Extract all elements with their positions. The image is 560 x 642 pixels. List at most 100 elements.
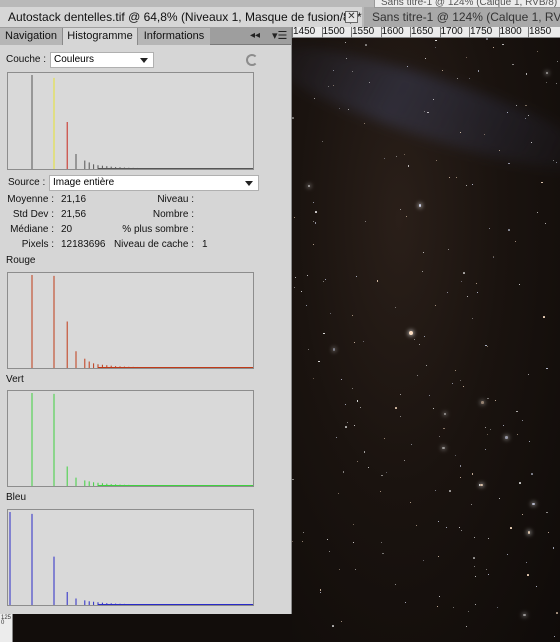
histogram-panel: Navigation Histogramme Informations ◂◂ ▾… — [0, 27, 292, 614]
histogram-bleu-graph — [9, 512, 253, 605]
star — [459, 465, 462, 467]
chevron-down-icon — [140, 58, 148, 63]
star — [437, 556, 439, 558]
document-tab-sans-titre[interactable]: Sans titre-1 @ 124% (Calque 1, RVB/8) — [364, 7, 560, 27]
tab-tooltip: Sans titre-1 @ 124% (Calque 1, RVB/8) — [374, 0, 560, 8]
star — [336, 436, 338, 438]
vertical-ruler-label: 1250 — [1, 615, 12, 626]
star — [419, 343, 421, 345]
star — [514, 240, 516, 242]
star — [318, 360, 320, 363]
star — [460, 476, 462, 478]
star — [474, 575, 476, 577]
star — [487, 538, 489, 540]
star — [488, 228, 490, 230]
source-select[interactable]: Image entière — [49, 175, 259, 191]
horizontal-ruler[interactable]: 1450 1500 1550 1600 1650 1700 1750 1800 1850 — [292, 26, 560, 38]
star — [293, 216, 295, 218]
star — [319, 591, 322, 594]
ruler-tick-label: 1600 — [381, 26, 404, 37]
star — [345, 41, 347, 43]
star — [554, 636, 556, 638]
couche-select[interactable]: Couleurs — [50, 52, 154, 68]
ruler-tick-label: 1800 — [499, 26, 522, 37]
star — [455, 454, 457, 456]
star — [323, 281, 325, 283]
star — [351, 387, 353, 389]
tab-navigation[interactable]: Navigation — [0, 28, 62, 45]
star — [552, 547, 555, 549]
histogram-vert-graph — [31, 393, 253, 486]
star — [502, 43, 504, 46]
star — [436, 605, 439, 608]
star — [345, 426, 347, 428]
star — [475, 282, 477, 284]
star — [424, 57, 427, 60]
ruler-tick-label: 1750 — [470, 26, 493, 37]
star — [399, 208, 401, 210]
star — [381, 474, 383, 477]
star — [528, 440, 531, 443]
star — [532, 502, 535, 506]
star — [468, 78, 470, 80]
star — [408, 331, 413, 336]
star — [394, 583, 397, 586]
star — [473, 557, 475, 559]
tab-informations[interactable]: Informations — [138, 28, 210, 45]
star — [474, 536, 476, 538]
star — [556, 612, 558, 614]
star — [463, 272, 465, 274]
star — [305, 304, 308, 307]
star — [497, 607, 499, 609]
moyenne-label: Moyenne : — [7, 194, 54, 205]
star — [354, 424, 356, 426]
star — [548, 532, 550, 534]
collapse-panel-icon[interactable]: ◂◂ — [250, 29, 260, 43]
star — [315, 211, 317, 213]
star — [505, 436, 508, 439]
star — [475, 603, 477, 605]
star — [347, 109, 349, 111]
star — [459, 527, 461, 529]
star — [477, 291, 479, 293]
star — [364, 122, 366, 124]
star — [471, 318, 473, 320]
document-tab-bar: Autostack dentelles.tif @ 64,8% (Niveaux… — [0, 0, 560, 27]
star — [448, 249, 450, 251]
close-tab-icon[interactable]: ✕ — [345, 11, 358, 23]
document-tab-autostack[interactable]: Autostack dentelles.tif @ 64,8% (Niveaux… — [0, 7, 362, 27]
star — [546, 511, 548, 514]
star — [510, 527, 512, 529]
histogram-rouge-graph — [31, 275, 253, 368]
image-canvas[interactable] — [292, 38, 560, 642]
ruler-tick-label: 1650 — [411, 26, 434, 37]
stddev-value: 21,56 — [61, 209, 87, 220]
refresh-icon[interactable] — [246, 54, 258, 66]
star — [481, 401, 484, 404]
panel-tab-bar: Navigation Histogramme Informations ◂◂ ▾… — [0, 27, 291, 45]
star — [363, 340, 365, 342]
star — [428, 395, 430, 397]
vertical-ruler[interactable]: 1250 — [0, 614, 13, 642]
star — [342, 471, 345, 473]
star — [355, 569, 357, 571]
star — [356, 275, 358, 277]
nombre-label: Nombre : — [152, 209, 194, 220]
tab-histogramme[interactable]: Histogramme — [62, 28, 138, 45]
chevron-down-icon — [245, 181, 253, 186]
star — [330, 313, 332, 315]
panel-menu-icon[interactable]: ▾☰ — [272, 29, 287, 43]
star — [463, 385, 465, 387]
star — [416, 374, 418, 376]
star — [332, 625, 334, 627]
star — [545, 81, 548, 84]
moyenne-value: 21,16 — [61, 194, 87, 205]
star — [523, 613, 526, 617]
star — [295, 276, 297, 278]
star — [438, 596, 440, 598]
star — [326, 539, 328, 541]
star — [471, 504, 473, 506]
star — [448, 177, 450, 179]
star — [399, 394, 401, 396]
star — [303, 531, 305, 533]
